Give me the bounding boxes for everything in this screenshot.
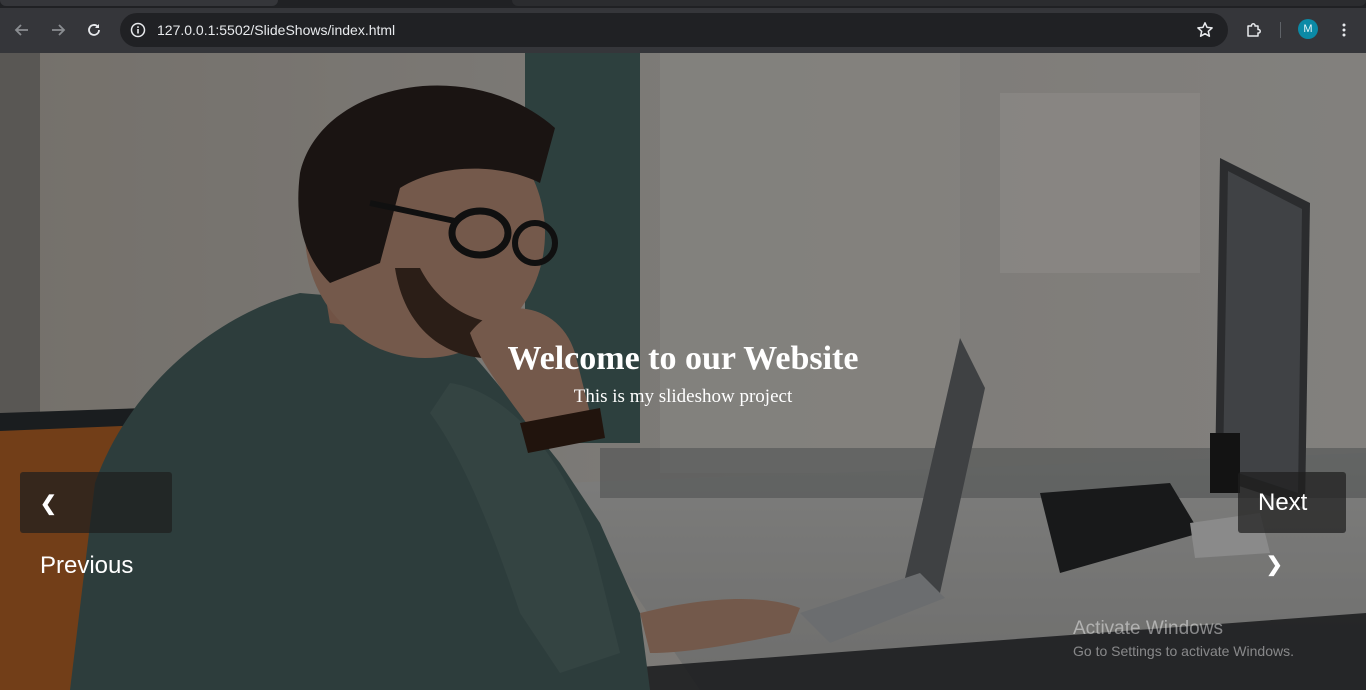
browser-toolbar: 127.0.0.1:5502/SlideShows/index.html M xyxy=(0,8,1366,53)
slide-caption: Welcome to our Website This is my slides… xyxy=(0,337,1366,409)
reload-icon xyxy=(88,24,100,36)
extensions-button[interactable] xyxy=(1240,16,1268,44)
watermark-subtitle: Go to Settings to activate Windows. xyxy=(1073,643,1294,659)
reload-button[interactable] xyxy=(80,16,108,44)
forward-button[interactable] xyxy=(44,16,72,44)
toolbar-divider xyxy=(1280,22,1281,38)
chevron-left-icon: ❮ xyxy=(40,493,57,515)
arrow-left-icon xyxy=(14,24,28,36)
browser-tab[interactable] xyxy=(0,0,278,6)
puzzle-icon xyxy=(1247,23,1261,37)
bookmark-button[interactable] xyxy=(1196,21,1214,39)
arrow-right-icon xyxy=(52,24,66,36)
watermark-title: Activate Windows xyxy=(1073,618,1223,639)
activate-windows-watermark: Activate Windows Go to Settings to activ… xyxy=(1073,618,1294,662)
previous-button[interactable]: ❮ Previous xyxy=(20,472,172,579)
previous-label: Previous xyxy=(40,552,134,579)
site-info-button[interactable] xyxy=(128,20,148,40)
next-label: Next xyxy=(1258,489,1308,516)
back-button[interactable] xyxy=(8,16,36,44)
profile-avatar[interactable]: M xyxy=(1298,19,1318,39)
chevron-right-icon: ❯ xyxy=(1266,554,1283,576)
url-text[interactable]: 127.0.0.1:5502/SlideShows/index.html xyxy=(157,13,395,47)
kebab-menu-icon xyxy=(1342,23,1346,37)
next-button[interactable]: Next ❯ xyxy=(1238,472,1346,576)
star-icon xyxy=(1197,22,1213,37)
address-bar[interactable]: 127.0.0.1:5502/SlideShows/index.html xyxy=(120,13,1228,47)
slideshow: Welcome to our Website This is my slides… xyxy=(0,53,1366,690)
slide-subtitle: This is my slideshow project xyxy=(573,386,793,407)
tab-strip xyxy=(0,0,1366,8)
slide-title: Welcome to our Website xyxy=(507,340,859,377)
tab-strip-background xyxy=(512,0,1366,6)
browser-menu-button[interactable] xyxy=(1330,16,1358,44)
info-circle-icon xyxy=(130,22,146,38)
